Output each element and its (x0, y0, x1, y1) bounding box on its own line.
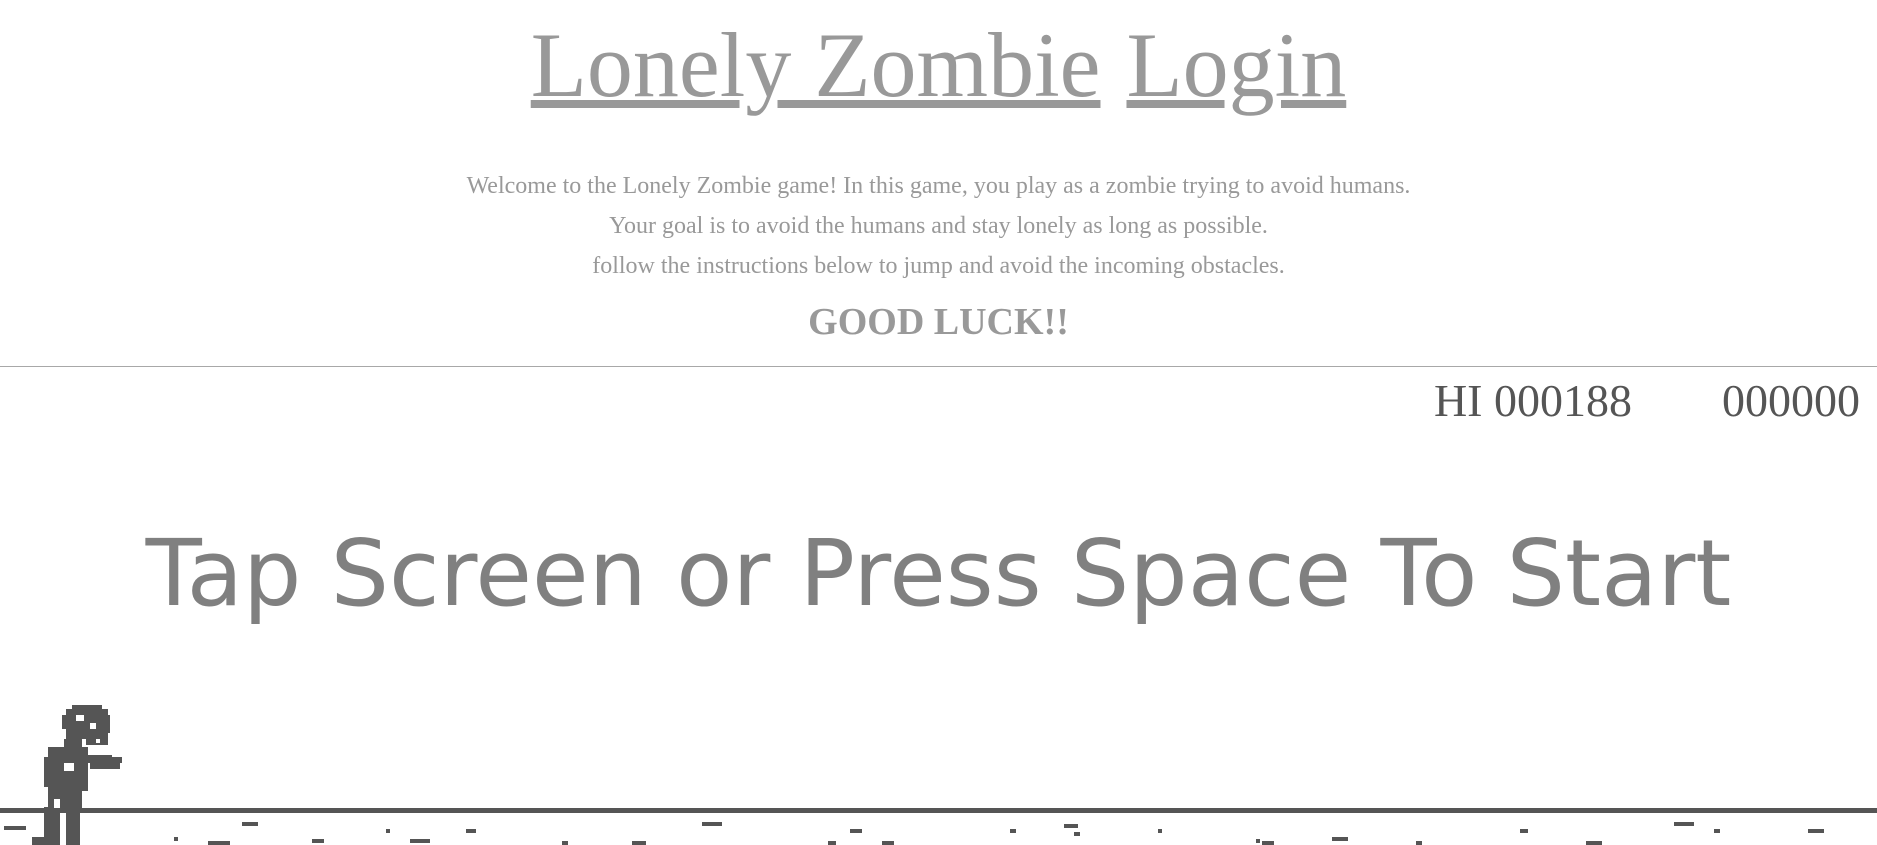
ground-pebble (882, 841, 894, 845)
current-score: 000000 (1722, 375, 1860, 426)
ground-pebble (1520, 829, 1528, 833)
ground-pebble (1262, 841, 1274, 845)
start-message: Tap Screen or Press Space To Start (145, 520, 1732, 627)
ground-pebble (1064, 824, 1078, 828)
ground-pebble (312, 839, 324, 843)
ground-pebble (466, 829, 476, 833)
game-canvas[interactable]: HI 000188 000000 Tap Screen or Press Spac… (0, 367, 1877, 845)
score-display: HI 000188 000000 (1434, 373, 1860, 428)
ground-pebble (208, 841, 230, 845)
intro-line-1: Welcome to the Lonely Zombie game! In th… (466, 173, 1411, 199)
ground-pebble (4, 826, 26, 830)
ground-pebble (1416, 841, 1422, 845)
ground-pebble (1332, 837, 1348, 841)
ground-pebble (1586, 841, 1602, 845)
ground-pebble (562, 841, 568, 845)
lonely-zombie-link[interactable]: Lonely Zombie (531, 14, 1101, 116)
zombie-icon (32, 705, 122, 845)
ground-pebble (242, 822, 258, 826)
ground-pebble (1158, 829, 1162, 833)
ground-pebble (828, 841, 836, 845)
ground-pebble (174, 837, 178, 841)
ground-pebble (702, 822, 722, 826)
ground-line (0, 808, 1877, 813)
intro-line-2: Your goal is to avoid the humans and sta… (609, 213, 1268, 239)
ground-pebble (1010, 829, 1016, 833)
ground-pebble (1714, 829, 1720, 833)
good-luck-heading: GOOD LUCK!! (808, 301, 1069, 343)
high-score: HI 000188 (1433, 375, 1632, 426)
ground-pebble (632, 841, 646, 845)
intro-text: Welcome to the Lonely Zombie game! In th… (0, 166, 1877, 286)
ground-pebble (1674, 822, 1694, 826)
ground-pebble (1074, 832, 1080, 836)
ground-pebble (850, 829, 862, 833)
page-title: Lonely Zombie Login (0, 14, 1877, 117)
ground-pebble (410, 839, 430, 843)
ground-pebble (1808, 829, 1824, 833)
intro-line-3: follow the instructions below to jump an… (592, 253, 1285, 279)
ground-pebble (1256, 839, 1260, 843)
ground-pebble (386, 829, 390, 833)
ground-pebble (44, 841, 54, 845)
login-link[interactable]: Login (1126, 14, 1346, 116)
